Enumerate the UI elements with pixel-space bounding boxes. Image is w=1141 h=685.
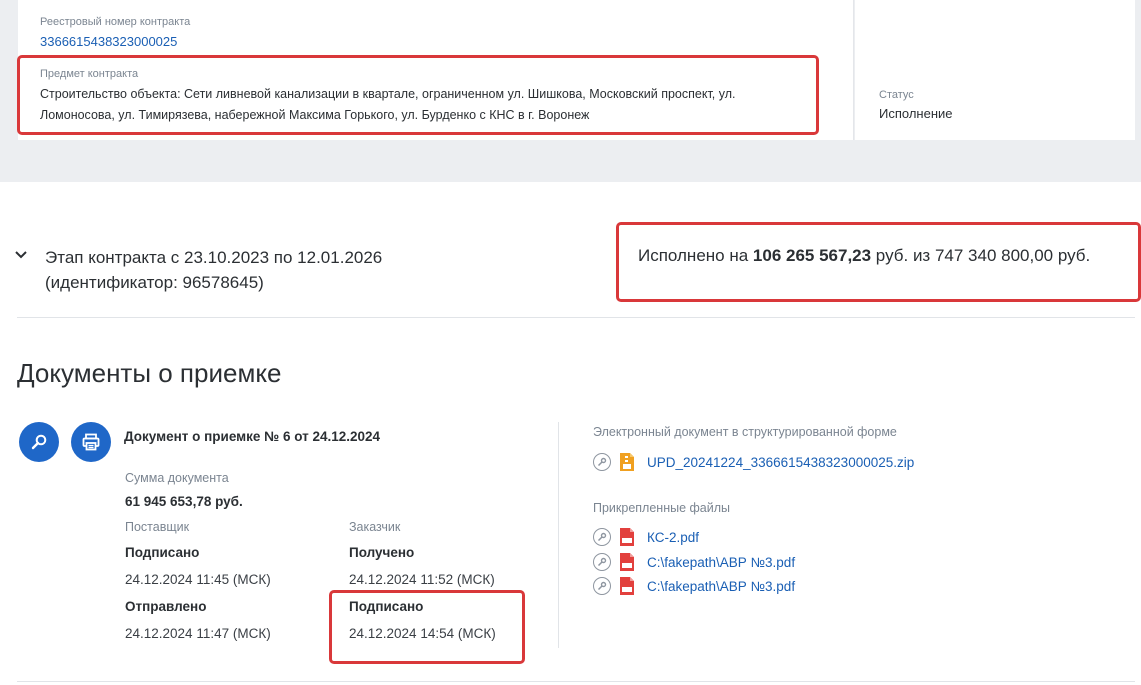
status-card: Статус Исполнение (855, 0, 1135, 140)
customer-date-received: 24.12.2024 11:52 (МСК) (349, 572, 495, 587)
key-icon[interactable] (593, 528, 611, 546)
document-name: Документ о приемке № 6 от 24.12.2024 (124, 429, 381, 444)
attached-file-row: КС-2.pdf (593, 527, 699, 547)
edoc-file-row: UPD_20241224_3366615438323000025.zip (593, 452, 914, 472)
print-button[interactable] (71, 422, 111, 462)
edoc-label: Электронный документ в структурированной… (593, 425, 897, 439)
supplier-status-signed: Подписано (125, 545, 200, 560)
vertical-divider (558, 422, 559, 648)
stage-title-line1: Этап контракта с 23.10.2023 по 12.01.202… (45, 248, 383, 267)
exec-amount: 106 265 567,23 (752, 246, 872, 265)
attached-file-link[interactable]: C:\fakepath\АВР №3.pdf (647, 555, 795, 570)
divider (17, 681, 1135, 682)
exec-suffix: руб. из 747 340 800,00 руб. (871, 246, 1091, 265)
zip-file-icon (620, 453, 634, 471)
attached-file-row: C:\fakepath\АВР №3.pdf (593, 552, 795, 572)
reg-number-label: Реестровый номер контракта (40, 16, 191, 28)
section-title: Документы о приемке (17, 358, 282, 388)
contract-info-band: Реестровый номер контракта 3366615438323… (0, 0, 1141, 182)
view-document-button[interactable] (19, 422, 59, 462)
exec-prefix: Исполнено на (638, 246, 753, 265)
key-icon[interactable] (593, 577, 611, 595)
status-value: Исполнение (879, 106, 953, 121)
edoc-file-link[interactable]: UPD_20241224_3366615438323000025.zip (647, 455, 914, 470)
sum-value: 61 945 653,78 руб. (125, 494, 243, 509)
execution-summary: Исполнено на 106 265 567,23 руб. из 747 … (638, 246, 1090, 266)
supplier-date-signed: 24.12.2024 11:45 (МСК) (125, 572, 271, 587)
supplier-status-sent: Отправлено (125, 599, 207, 614)
stage-title-line2: (идентификатор: 96578645) (45, 273, 264, 292)
status-label: Статус (879, 89, 914, 101)
chevron-down-icon[interactable] (14, 248, 28, 262)
pdf-file-icon (620, 553, 634, 571)
subject-highlight-box (17, 55, 819, 135)
customer-status-received: Получено (349, 545, 415, 560)
attached-files-label: Прикрепленные файлы (593, 501, 731, 515)
sum-label: Сумма документа (125, 471, 229, 485)
search-icon (31, 434, 47, 450)
key-icon[interactable] (593, 453, 611, 471)
pdf-file-icon (620, 528, 634, 546)
printer-icon (82, 433, 100, 451)
attached-file-link[interactable]: КС-2.pdf (647, 530, 699, 545)
stage-title[interactable]: Этап контракта с 23.10.2023 по 12.01.202… (45, 245, 565, 295)
supplier-label: Поставщик (125, 520, 190, 534)
signed-highlight-box (329, 590, 525, 664)
customer-label: Заказчик (349, 520, 401, 534)
attached-file-row: C:\fakepath\АВР №3.pdf (593, 576, 795, 596)
key-icon[interactable] (593, 553, 611, 571)
pdf-file-icon (620, 577, 634, 595)
attached-file-link[interactable]: C:\fakepath\АВР №3.pdf (647, 579, 795, 594)
reg-number-link[interactable]: 3366615438323000025 (40, 34, 177, 49)
supplier-date-sent: 24.12.2024 11:47 (МСК) (125, 626, 271, 641)
divider (17, 317, 1135, 318)
